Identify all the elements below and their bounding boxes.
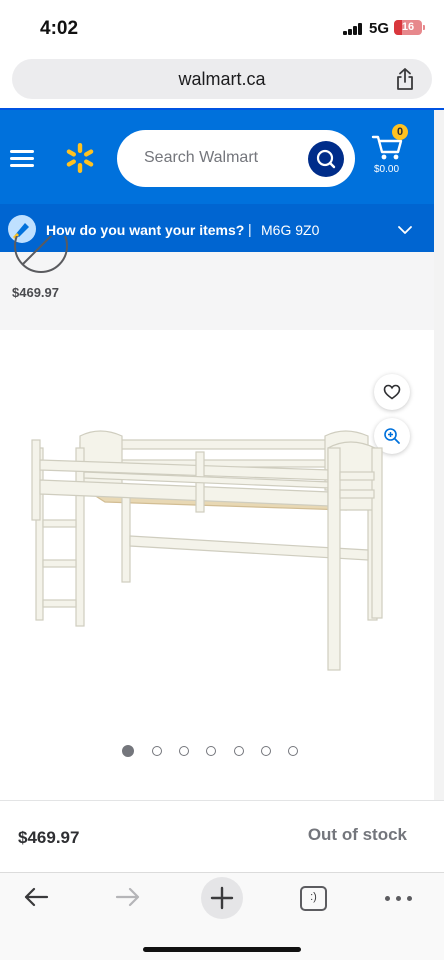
scrollbar[interactable] [434, 110, 444, 800]
browser-toolbar: :) [0, 872, 444, 960]
previous-item-peek: $469.97 [0, 236, 434, 330]
search-button[interactable] [308, 141, 344, 177]
previous-item-price: $469.97 [12, 285, 59, 300]
product-gallery [0, 330, 434, 800]
cart-count-badge: 0 [392, 124, 408, 140]
status-bar: 4:02 5G 16 [0, 0, 444, 52]
stock-status: Out of stock [307, 825, 407, 844]
delivery-separator: | [248, 221, 252, 237]
gallery-dot-6[interactable] [261, 746, 271, 756]
search-input[interactable]: Search Walmart [117, 130, 355, 187]
site-header: Search Walmart 0 $0.00 [0, 110, 434, 204]
status-time: 4:02 [40, 18, 79, 39]
gallery-dot-2[interactable] [152, 746, 162, 756]
gallery-dot-1[interactable] [122, 745, 134, 757]
home-indicator [143, 947, 301, 952]
new-tab-button[interactable] [201, 877, 243, 919]
postal-code: M6G 9Z0 [261, 222, 320, 238]
product-price: $469.97 [18, 828, 80, 847]
page: 4:02 5G 16 walmart.ca Search Walmart 0 $… [0, 0, 444, 960]
gallery-dot-5[interactable] [234, 746, 244, 756]
tabs-label: :) [310, 891, 317, 903]
gallery-dot-4[interactable] [206, 746, 216, 756]
url-text[interactable]: walmart.ca [12, 69, 432, 90]
share-icon[interactable] [394, 67, 416, 91]
product-image[interactable] [0, 400, 434, 680]
battery-level: 16 [401, 21, 415, 33]
battery-tip [423, 25, 425, 30]
sticky-price-bar: $469.97 Out of stock [0, 800, 444, 872]
walmart-spark-logo[interactable] [64, 142, 96, 174]
search-icon [316, 149, 336, 169]
address-bar[interactable]: walmart.ca [12, 59, 432, 99]
chevron-down-icon[interactable] [398, 225, 412, 235]
forward-arrow-icon[interactable] [114, 885, 142, 909]
more-menu-icon[interactable] [385, 896, 413, 902]
heart-icon [383, 384, 401, 400]
menu-icon[interactable] [10, 150, 34, 168]
tabs-button[interactable]: :) [300, 886, 327, 911]
gallery-dot-3[interactable] [179, 746, 189, 756]
back-arrow-icon[interactable] [22, 885, 50, 909]
signal-icon [343, 23, 363, 35]
gallery-dot-7[interactable] [288, 746, 298, 756]
network-label: 5G [369, 20, 390, 37]
plus-icon [210, 886, 234, 910]
cart-total: $0.00 [374, 164, 400, 175]
unavailable-icon [14, 236, 68, 273]
search-placeholder: Search Walmart [144, 149, 259, 166]
battery-icon: 16 [394, 20, 422, 35]
delivery-question: How do you want your items? [46, 222, 245, 238]
